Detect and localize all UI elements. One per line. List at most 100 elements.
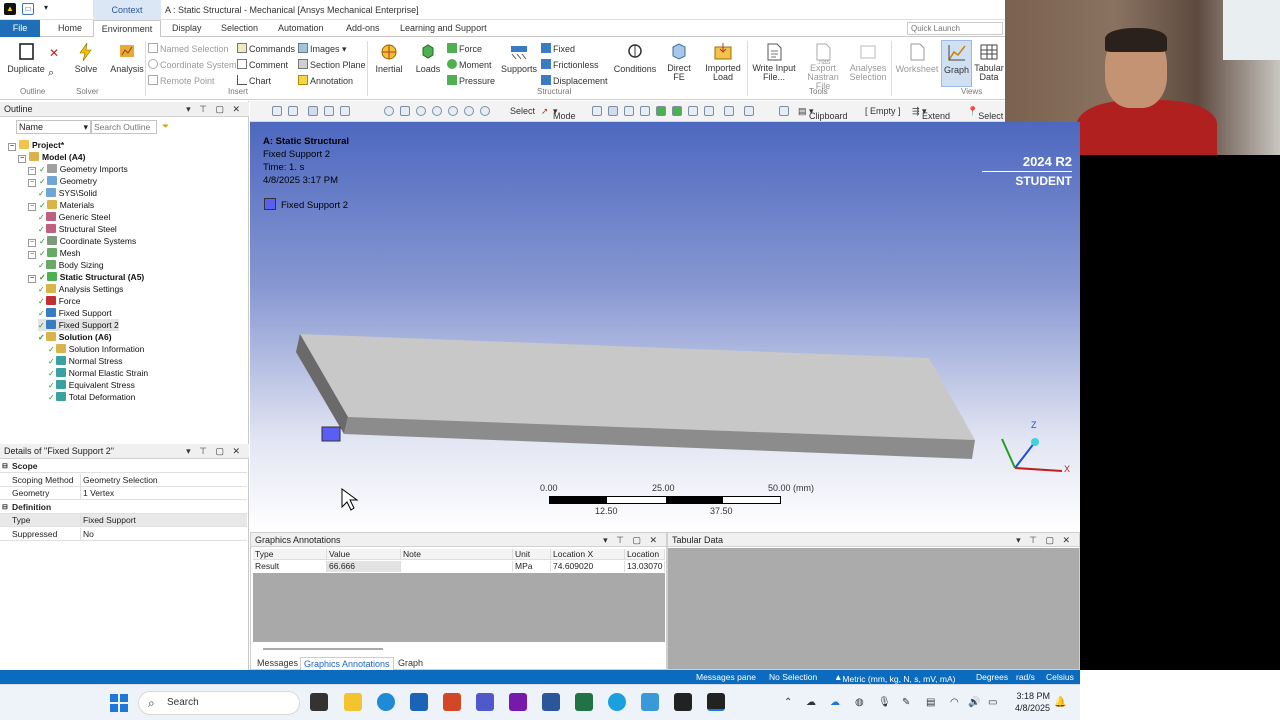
column-header[interactable]: Location X	[551, 549, 625, 560]
tree-item[interactable]: − ✓ Geometry	[28, 175, 97, 187]
inertial-button[interactable]: Inertial	[372, 42, 406, 74]
battery-icon[interactable]: ▭	[988, 697, 997, 708]
named-selection-button[interactable]: Named Selection	[148, 43, 229, 54]
tree-item[interactable]: − Project*	[8, 139, 64, 151]
tab-selection[interactable]: Selection	[215, 20, 264, 37]
tree-item[interactable]: ✓ Analysis Settings	[38, 283, 123, 295]
taskbar-clock[interactable]: 3:18 PM 4/8/2025	[1010, 690, 1050, 714]
file-explorer-icon[interactable]	[344, 693, 362, 711]
app-icon[interactable]	[641, 693, 659, 711]
tree-item[interactable]: − Model (A4)	[18, 151, 85, 163]
edge-icon[interactable]	[377, 693, 395, 711]
app-icon[interactable]	[608, 693, 626, 711]
solve-button[interactable]: Solve	[73, 42, 99, 74]
powerpoint-icon[interactable]	[443, 693, 461, 711]
details-row[interactable]: Geometry 1 Vertex	[0, 487, 247, 500]
search-outline-input[interactable]	[91, 120, 157, 134]
graph-icon[interactable]	[779, 106, 789, 116]
analyses-selection-button[interactable]: Analyses Selection	[848, 42, 888, 82]
table-cell[interactable]: 13.03070	[625, 561, 665, 572]
panel-controls[interactable]: ▾ ⊤ ▢ ✕	[603, 533, 660, 547]
expand-collapse-icon[interactable]: −	[18, 155, 26, 163]
column-header[interactable]: Location	[625, 549, 665, 560]
graph-button[interactable]: Graph	[941, 40, 972, 87]
tree-item[interactable]: − ✓ Coordinate Systems	[28, 235, 136, 247]
details-value[interactable]: Fixed Support	[83, 514, 136, 527]
task-view-icon[interactable]	[310, 693, 328, 711]
direct-fe-button[interactable]: Direct FE	[664, 42, 694, 82]
details-row[interactable]: Type Fixed Support	[0, 514, 247, 527]
magnifier-icon[interactable]	[464, 106, 474, 116]
onedrive-icon[interactable]: ☁	[830, 697, 840, 708]
select-icon[interactable]	[704, 106, 714, 116]
tree-item[interactable]: ✓ Generic Steel	[38, 211, 110, 223]
microphone-icon[interactable]: 🎙	[878, 697, 891, 708]
filter-icon[interactable]: ⏷	[162, 121, 169, 132]
tree-item[interactable]: − ✓ Mesh	[28, 247, 81, 259]
comment-button[interactable]: Comment	[237, 59, 288, 70]
workbench-icon[interactable]	[674, 693, 692, 711]
tab-messages[interactable]: Messages	[254, 657, 301, 670]
taskbar-search[interactable]: ⌕ Search	[138, 691, 300, 715]
rads-status[interactable]: rad/s	[1016, 672, 1035, 682]
export-nastran-button[interactable]: Export Nastran File	[800, 42, 846, 91]
write-input-file-button[interactable]: Write Input File...	[750, 42, 798, 82]
temperature-status[interactable]: Celsius	[1046, 672, 1074, 682]
tab-graphics-annotations[interactable]: Graphics Annotations	[300, 657, 394, 670]
scrollbar[interactable]	[263, 648, 383, 650]
pan-icon[interactable]	[400, 106, 410, 116]
app-tray-icon[interactable]: ◍	[855, 697, 864, 708]
expand-collapse-icon[interactable]: −	[28, 167, 36, 175]
view-icon[interactable]	[308, 106, 318, 116]
details-value[interactable]: No	[83, 528, 94, 541]
expand-collapse-icon[interactable]: −	[28, 251, 36, 259]
save-icon[interactable]: ▭	[22, 3, 34, 15]
speaker-icon[interactable]: 🔊	[968, 697, 980, 708]
zoom-to-fit-icon[interactable]	[448, 106, 458, 116]
outline-name-filter[interactable]: Name ▾	[16, 120, 91, 134]
zoom-in-icon[interactable]	[272, 106, 282, 116]
expand-collapse-icon[interactable]: −	[28, 275, 36, 283]
expand-collapse-icon[interactable]: −	[28, 179, 36, 187]
graphics-viewport[interactable]: A: Static Structural Fixed Support 2 Tim…	[250, 122, 1080, 532]
tree-item[interactable]: ✓ SYS\Solid	[38, 187, 97, 199]
select-icon[interactable]	[724, 106, 734, 116]
cursor-mode-icon[interactable]: ➚	[541, 106, 549, 117]
tree-item[interactable]: ✓ Force	[38, 295, 80, 307]
select-icon[interactable]	[688, 106, 698, 116]
table-cell[interactable]: MPa	[513, 561, 551, 572]
zoom-out-icon[interactable]	[288, 106, 298, 116]
remote-point-button[interactable]: Remote Point	[148, 75, 215, 86]
notification-bell-icon[interactable]: 🔔	[1054, 697, 1066, 708]
select-label[interactable]: Select	[510, 106, 535, 116]
wifi-icon[interactable]: ◠	[950, 697, 959, 708]
images-button[interactable]: Images ▾	[298, 43, 347, 55]
view-icon[interactable]	[340, 106, 350, 116]
clipboard-dropdown[interactable]: ▤ Clipboard ▾	[798, 106, 848, 121]
fixed-button[interactable]: Fixed	[541, 43, 575, 54]
section-plane-button[interactable]: Section Plane	[298, 59, 366, 70]
outlook-icon[interactable]	[410, 693, 428, 711]
details-value[interactable]: Geometry Selection	[83, 474, 158, 487]
column-header[interactable]: Unit	[513, 549, 551, 560]
select-type-icon[interactable]	[592, 106, 602, 116]
frictionless-button[interactable]: Frictionless	[541, 59, 599, 70]
imported-load-button[interactable]: Imported Load	[702, 42, 744, 82]
mode-dropdown[interactable]: Mode ▾	[553, 106, 576, 121]
extend-dropdown[interactable]: ⇶ Extend ▾	[912, 106, 950, 121]
quick-access-dropdown-icon[interactable]: ▾	[40, 3, 52, 15]
displacement-button[interactable]: Displacement	[541, 75, 608, 86]
conditions-button[interactable]: Conditions	[612, 42, 658, 74]
supports-button[interactable]: Supports	[500, 42, 538, 74]
tree-item[interactable]: ✓ Total Deformation	[48, 391, 135, 403]
table-cell[interactable]: 66.666	[327, 561, 401, 572]
panel-controls[interactable]: ▾ ⊤ ▢ ✕	[1016, 533, 1073, 547]
select-dropdown[interactable]: 📍 Select	[967, 106, 1003, 121]
tree-item[interactable]: ✓ Fixed Support	[38, 307, 112, 319]
tree-item[interactable]: ✓ Body Sizing	[38, 259, 104, 271]
rotate-icon[interactable]	[384, 106, 394, 116]
cloud-icon[interactable]: ☁	[806, 697, 816, 708]
view-icon[interactable]	[324, 106, 334, 116]
expand-collapse-icon[interactable]: −	[28, 203, 36, 211]
tab-home[interactable]: Home	[52, 20, 88, 37]
